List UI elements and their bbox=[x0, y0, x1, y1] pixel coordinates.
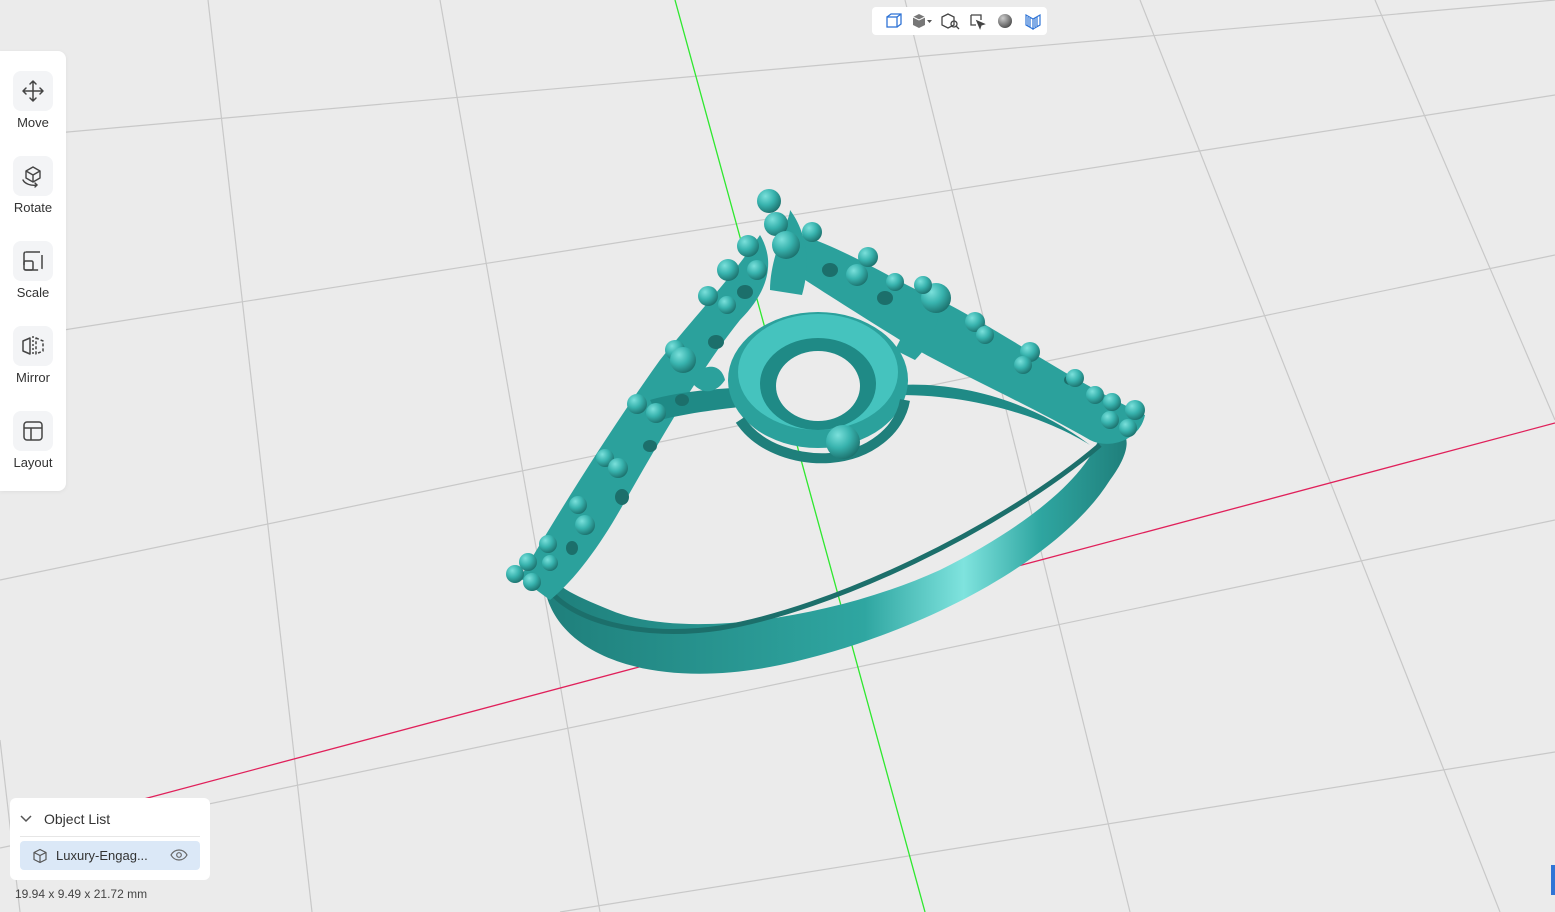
scale-icon bbox=[13, 241, 53, 281]
zoom-fit-button[interactable] bbox=[936, 7, 964, 35]
solid-view-dropdown-button[interactable] bbox=[908, 7, 936, 35]
eye-visibility-icon[interactable] bbox=[170, 848, 188, 863]
solid-view-dropdown-icon bbox=[912, 14, 932, 28]
mirror-icon bbox=[13, 326, 53, 366]
rotate-tool-button[interactable]: Rotate bbox=[0, 156, 66, 226]
side-panel-edge[interactable] bbox=[1551, 865, 1555, 895]
material-sphere-button[interactable] bbox=[991, 7, 1019, 35]
wireframe-button[interactable] bbox=[1019, 7, 1047, 35]
scale-tool-button[interactable]: Scale bbox=[0, 241, 66, 311]
object-list-title: Object List bbox=[44, 811, 111, 827]
transform-toolbar: Move Rotate Scale Mirror Layout bbox=[0, 51, 66, 491]
wireframe-icon bbox=[1025, 13, 1041, 31]
object-list-header[interactable]: Object List bbox=[20, 808, 200, 837]
layout-label: Layout bbox=[13, 455, 53, 470]
layout-icon bbox=[13, 411, 53, 451]
3d-viewport[interactable] bbox=[0, 0, 1555, 912]
view-cube-icon bbox=[886, 13, 902, 28]
object-name: Luxury-Engag... bbox=[56, 848, 148, 863]
view-toolbar bbox=[872, 7, 1047, 35]
object-list-item[interactable]: Luxury-Engag... bbox=[20, 841, 200, 870]
ring-model[interactable] bbox=[506, 189, 1145, 674]
select-view-icon bbox=[970, 14, 987, 30]
layout-tool-button[interactable]: Layout bbox=[0, 411, 66, 481]
view-cube-button[interactable] bbox=[880, 7, 908, 35]
move-icon bbox=[13, 71, 53, 111]
rotate-icon bbox=[13, 156, 53, 196]
object-list-panel: Object List Luxury-Engag... bbox=[10, 798, 210, 880]
cube-icon bbox=[32, 848, 48, 864]
move-label: Move bbox=[17, 115, 49, 130]
zoom-fit-icon bbox=[940, 13, 960, 30]
mirror-tool-button[interactable]: Mirror bbox=[0, 326, 66, 396]
select-view-button[interactable] bbox=[963, 7, 991, 35]
model-dimensions: 19.94 x 9.49 x 21.72 mm bbox=[15, 887, 148, 901]
mirror-label: Mirror bbox=[16, 370, 50, 385]
chevron-down-icon[interactable] bbox=[20, 815, 34, 823]
rotate-label: Rotate bbox=[13, 200, 53, 215]
scale-label: Scale bbox=[16, 285, 50, 300]
material-sphere-icon bbox=[998, 14, 1013, 28]
move-tool-button[interactable]: Move bbox=[0, 71, 66, 141]
